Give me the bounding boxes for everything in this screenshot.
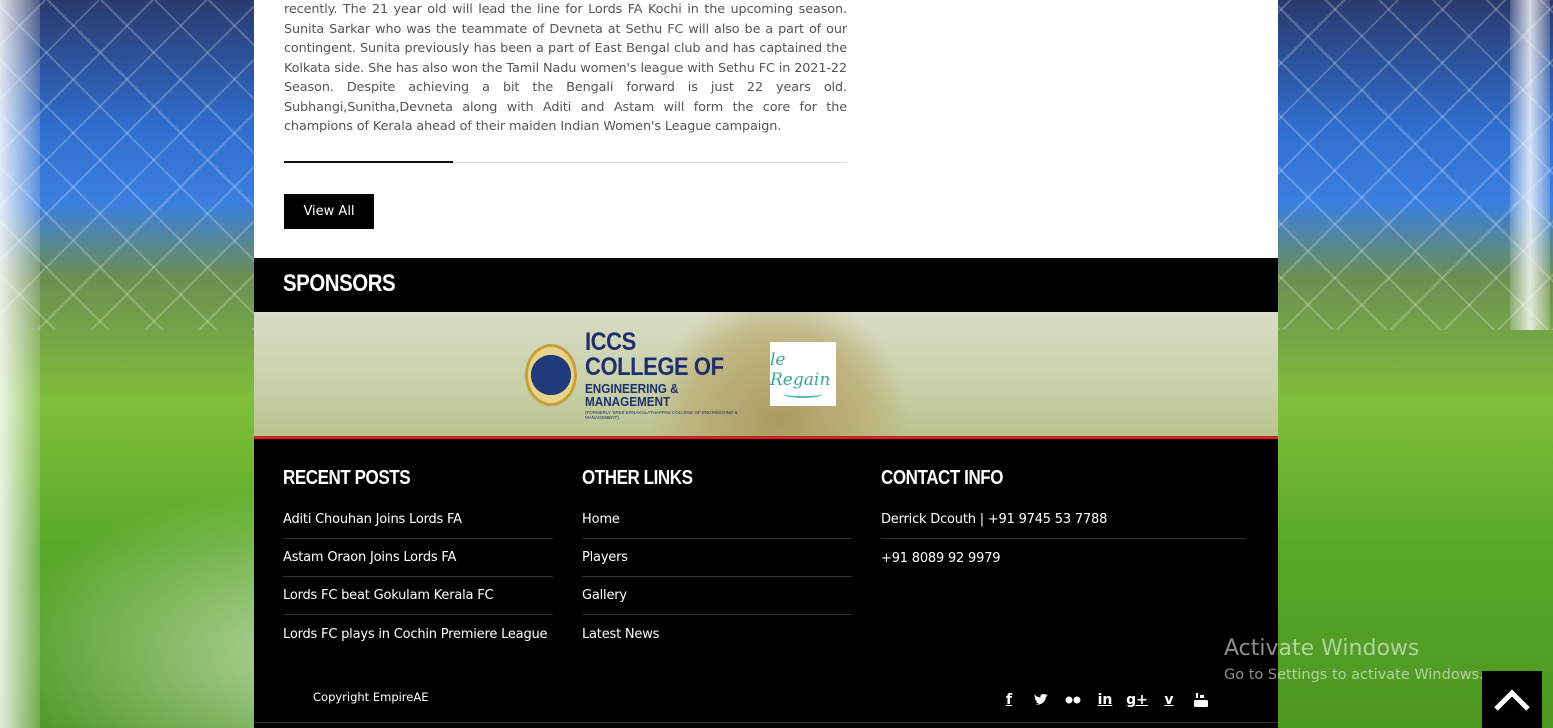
watermark-line2: Go to Settings to activate Windows. xyxy=(1224,667,1484,683)
watermark-line1: Activate Windows xyxy=(1224,636,1420,661)
contact-info-list: Derrick Dcouth | +91 9745 53 7788 +91 80… xyxy=(881,501,1246,577)
social-links: f in g+ v xyxy=(999,690,1211,710)
iccs-logo-line3: (FORMERLY SREE ERNAKULATHAPPAN COLLEGE O… xyxy=(585,410,738,420)
list-item: Aditi Chouhan Joins Lords FA xyxy=(283,501,553,539)
flickr-icon[interactable] xyxy=(1063,690,1083,710)
view-all-button[interactable]: View All xyxy=(284,194,374,229)
contact-info-title: CONTACT INFO xyxy=(881,467,1004,489)
recent-post-link[interactable]: Aditi Chouhan Joins Lords FA xyxy=(283,512,462,527)
list-item: Lords FC beat Gokulam Kerala FC xyxy=(283,577,553,615)
facebook-icon[interactable]: f xyxy=(999,690,1019,710)
article-divider-accent xyxy=(284,161,453,163)
footer-bottom-divider xyxy=(254,722,1278,723)
contact-secondary: +91 8089 92 9979 xyxy=(881,550,1001,566)
list-item: Astam Oraon Joins Lords FA xyxy=(283,539,553,577)
page-container: recently. The 21 year old will lead the … xyxy=(254,0,1278,728)
regain-sponsor-logo[interactable]: le Regain xyxy=(770,342,836,406)
scroll-to-top-button[interactable] xyxy=(1482,671,1542,728)
vimeo-icon[interactable]: v xyxy=(1159,690,1179,710)
list-item: +91 8089 92 9979 xyxy=(881,539,1246,577)
recent-posts-title: RECENT POSTS xyxy=(283,467,411,489)
regain-logo-text: le Regain xyxy=(770,350,831,390)
recent-post-link[interactable]: Lords FC plays in Cochin Premiere League xyxy=(283,627,548,642)
youtube-icon[interactable] xyxy=(1191,690,1211,710)
nav-link-players[interactable]: Players xyxy=(582,550,628,565)
article-body: recently. The 21 year old will lead the … xyxy=(284,2,847,134)
sponsors-header: SPONSORS xyxy=(254,258,1278,312)
list-item: Home xyxy=(582,501,852,539)
recent-post-link[interactable]: Astam Oraon Joins Lords FA xyxy=(283,550,456,565)
list-item: Latest News xyxy=(582,615,852,653)
iccs-sponsor-logo[interactable]: ICCS COLLEGE OF ENGINEERING & MANAGEMENT… xyxy=(525,330,761,419)
linkedin-icon[interactable]: in xyxy=(1095,690,1115,710)
list-item: Players xyxy=(582,539,852,577)
sponsors-title: SPONSORS xyxy=(283,270,396,297)
other-links-list: Home Players Gallery Latest News xyxy=(582,501,852,653)
iccs-logo-text: ICCS COLLEGE OF ENGINEERING & MANAGEMENT… xyxy=(585,330,761,420)
list-item: Derrick Dcouth | +91 9745 53 7788 xyxy=(881,501,1246,539)
contact-primary: Derrick Dcouth | +91 9745 53 7788 xyxy=(881,512,1108,527)
copyright-text: Copyright EmpireAE xyxy=(313,690,429,704)
windows-activation-watermark: Activate Windows Go to Settings to activ… xyxy=(1224,636,1484,683)
iccs-logo-line2: ENGINEERING & MANAGEMENT xyxy=(585,381,679,409)
recent-post-link[interactable]: Lords FC beat Gokulam Kerala FC xyxy=(283,588,494,603)
list-item: Gallery xyxy=(582,577,852,615)
background-goalpost-left xyxy=(0,0,40,728)
site-footer: RECENT POSTS Aditi Chouhan Joins Lords F… xyxy=(254,436,1278,728)
nav-link-home[interactable]: Home xyxy=(582,512,620,527)
background-goalpost-right xyxy=(1510,0,1550,330)
chevron-up-icon xyxy=(1494,688,1530,711)
other-links-title: OTHER LINKS xyxy=(582,467,693,489)
recent-posts-list: Aditi Chouhan Joins Lords FA Astam Oraon… xyxy=(283,501,553,653)
news-section: recently. The 21 year old will lead the … xyxy=(254,0,1278,258)
iccs-logo-line1: ICCS COLLEGE OF xyxy=(585,328,724,381)
nav-link-gallery[interactable]: Gallery xyxy=(582,588,627,603)
nav-link-latest-news[interactable]: Latest News xyxy=(582,627,659,642)
regain-swoosh-icon xyxy=(783,390,823,398)
sponsors-carousel: ICCS COLLEGE OF ENGINEERING & MANAGEMENT… xyxy=(254,312,1278,436)
twitter-icon[interactable] xyxy=(1031,690,1051,710)
list-item: Lords FC plays in Cochin Premiere League xyxy=(283,615,553,653)
college-seal-icon xyxy=(525,344,577,406)
google-plus-icon[interactable]: g+ xyxy=(1126,690,1148,710)
